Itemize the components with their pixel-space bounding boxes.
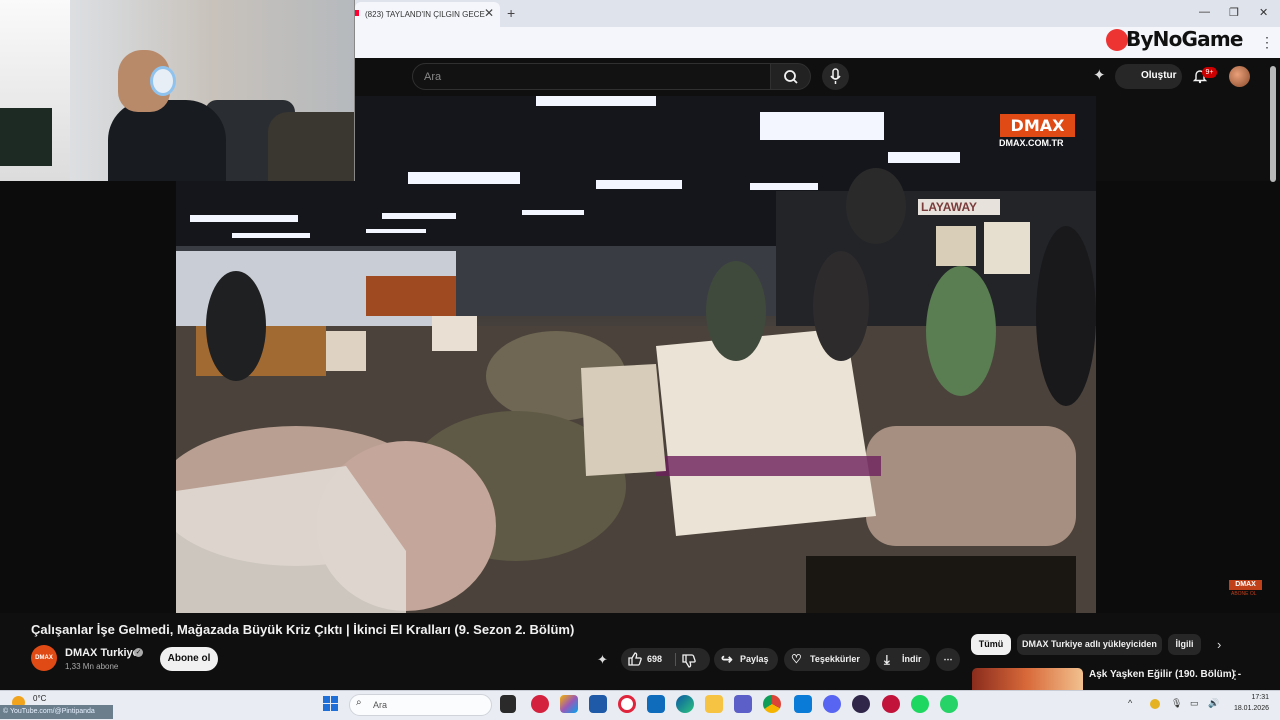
taskbar-search-input[interactable]: Ara [349,694,492,716]
tray-microphone-icon[interactable]: 🎙 [1171,698,1182,709]
edge-icon[interactable] [676,695,694,713]
notification-badge: 9+ [1202,67,1217,78]
verified-check-icon: ✓ [134,648,143,657]
dmax-subscribe-watermark[interactable]: DMAX [1229,580,1262,590]
streamer-webcam [0,0,355,181]
app-icon-blue[interactable] [589,695,607,713]
sparkle-icon[interactable]: ✦ [1093,66,1106,84]
recommended-title[interactable]: Aşk Yaşken Eğilir (190. Bölüm) - [1089,669,1241,680]
search-icon [784,70,798,84]
chip-all[interactable]: Tümü [971,634,1011,655]
dislike-button[interactable] [681,653,697,674]
share-button[interactable]: ↪ Paylaş [714,648,778,671]
bynogame-logo: ByNoGame [1126,27,1243,51]
streamer-body [108,100,226,181]
svg-text:LAYAWAY: LAYAWAY [921,200,977,214]
download-button[interactable]: ⤓ İndir [876,648,930,671]
like-count: 698 [647,654,663,664]
share-label: Paylaş [740,654,769,664]
more-actions-button[interactable]: ⋯ [936,648,960,671]
whatsapp-icon[interactable] [940,695,958,713]
thumbs-down-icon [682,654,696,668]
subscribe-button[interactable]: Abone ol [160,647,218,671]
like-button[interactable] [627,651,643,672]
webcam-background-clutter [268,112,354,181]
thanks-heart-icon: ♡ [791,652,802,666]
new-tab-button[interactable]: + [507,5,515,21]
download-icon: ⤓ [884,652,890,667]
tray-app-icon[interactable] [1150,699,1160,709]
chip-related[interactable]: İlgili [1168,634,1201,655]
app-icon-pink[interactable] [882,695,900,713]
headset-icon [150,66,176,96]
taskbar-search-icon: ⌕ [356,697,362,708]
youtube-favicon-icon [355,10,359,16]
page-scrollbar[interactable] [1270,66,1276,182]
windows-taskbar [0,690,1280,720]
recommended-thumbnail[interactable] [972,668,1083,690]
clock-time[interactable]: 17:31 [1229,694,1269,701]
download-label: İndir [902,654,922,664]
restore-button[interactable]: ❐ [1229,6,1239,19]
app-icon-purple[interactable] [852,695,870,713]
taskview-icon[interactable] [500,695,516,713]
bynogame-logo-mark [1106,29,1128,51]
weather-temperature: 0°C [33,694,47,703]
streamer-channel-tag: © YouTube.com/@Pintipanda [0,705,113,719]
tray-volume-icon[interactable]: 🔊 [1208,698,1219,709]
chevron-right-icon[interactable]: › [1217,637,1221,652]
channel-name[interactable]: DMAX Turkiye [65,647,139,659]
browser-tab-active[interactable]: (823) TAYLAND'IN ÇILGIN GECE [355,2,500,27]
app-icon-red[interactable] [531,695,549,713]
clock-date[interactable]: 18.01.2026 [1223,705,1269,712]
messenger-icon[interactable] [794,695,812,713]
thumbs-up-icon [628,652,642,666]
copilot-icon[interactable] [560,695,578,713]
windows-start-icon[interactable] [323,696,338,711]
search-input[interactable]: Ara [412,63,771,90]
microphone-icon [830,68,841,84]
chip-from-uploader[interactable]: DMAX Turkiye adlı yükleyiciden [1017,634,1162,655]
like-divider [675,653,676,666]
ask-ai-sparkle-icon[interactable]: ✦ [597,652,608,668]
video-title: Çalışanlar İşe Gelmedi, Mağazada Büyük K… [31,622,575,637]
voice-search-button[interactable] [822,63,849,90]
tray-chevron-icon[interactable]: ^ [1128,698,1132,708]
dmax-url: DMAX.COM.TR [999,138,1064,148]
dmax-logo: DMAX [1000,114,1075,137]
thanks-label: Teşekkürler [810,654,860,664]
share-icon: ↪ [721,651,733,667]
browser-menu-icon[interactable]: ⋮ [1260,34,1274,51]
chrome-icon[interactable] [763,695,781,713]
subscriber-count: 1,33 Mn abone [65,662,119,671]
recommended-more-icon[interactable]: ⋮ [1229,668,1241,682]
outlook-icon[interactable] [647,695,665,713]
close-window-button[interactable]: ✕ [1259,6,1268,19]
tab-close-icon[interactable]: ✕ [484,6,494,20]
create-button[interactable]: Oluştur [1115,64,1182,89]
dmax-subscribe-caption: ABONE OL [1231,591,1257,597]
channel-avatar[interactable]: DMAX [31,645,57,671]
minimize-button[interactable]: — [1199,6,1210,18]
spotify-icon[interactable] [911,695,929,713]
discord-icon[interactable] [823,695,841,713]
tab-title: (823) TAYLAND'IN ÇILGIN GECE [365,10,485,19]
teams-icon[interactable] [734,695,752,713]
tray-display-icon[interactable]: ▭ [1190,698,1199,709]
file-explorer-icon[interactable] [705,695,723,713]
thanks-button[interactable]: ♡ Teşekkürler [784,648,870,671]
user-avatar[interactable] [1229,66,1250,87]
search-button[interactable] [770,63,811,90]
webcam-background-monitor [0,108,52,166]
opera-icon[interactable] [618,695,636,713]
